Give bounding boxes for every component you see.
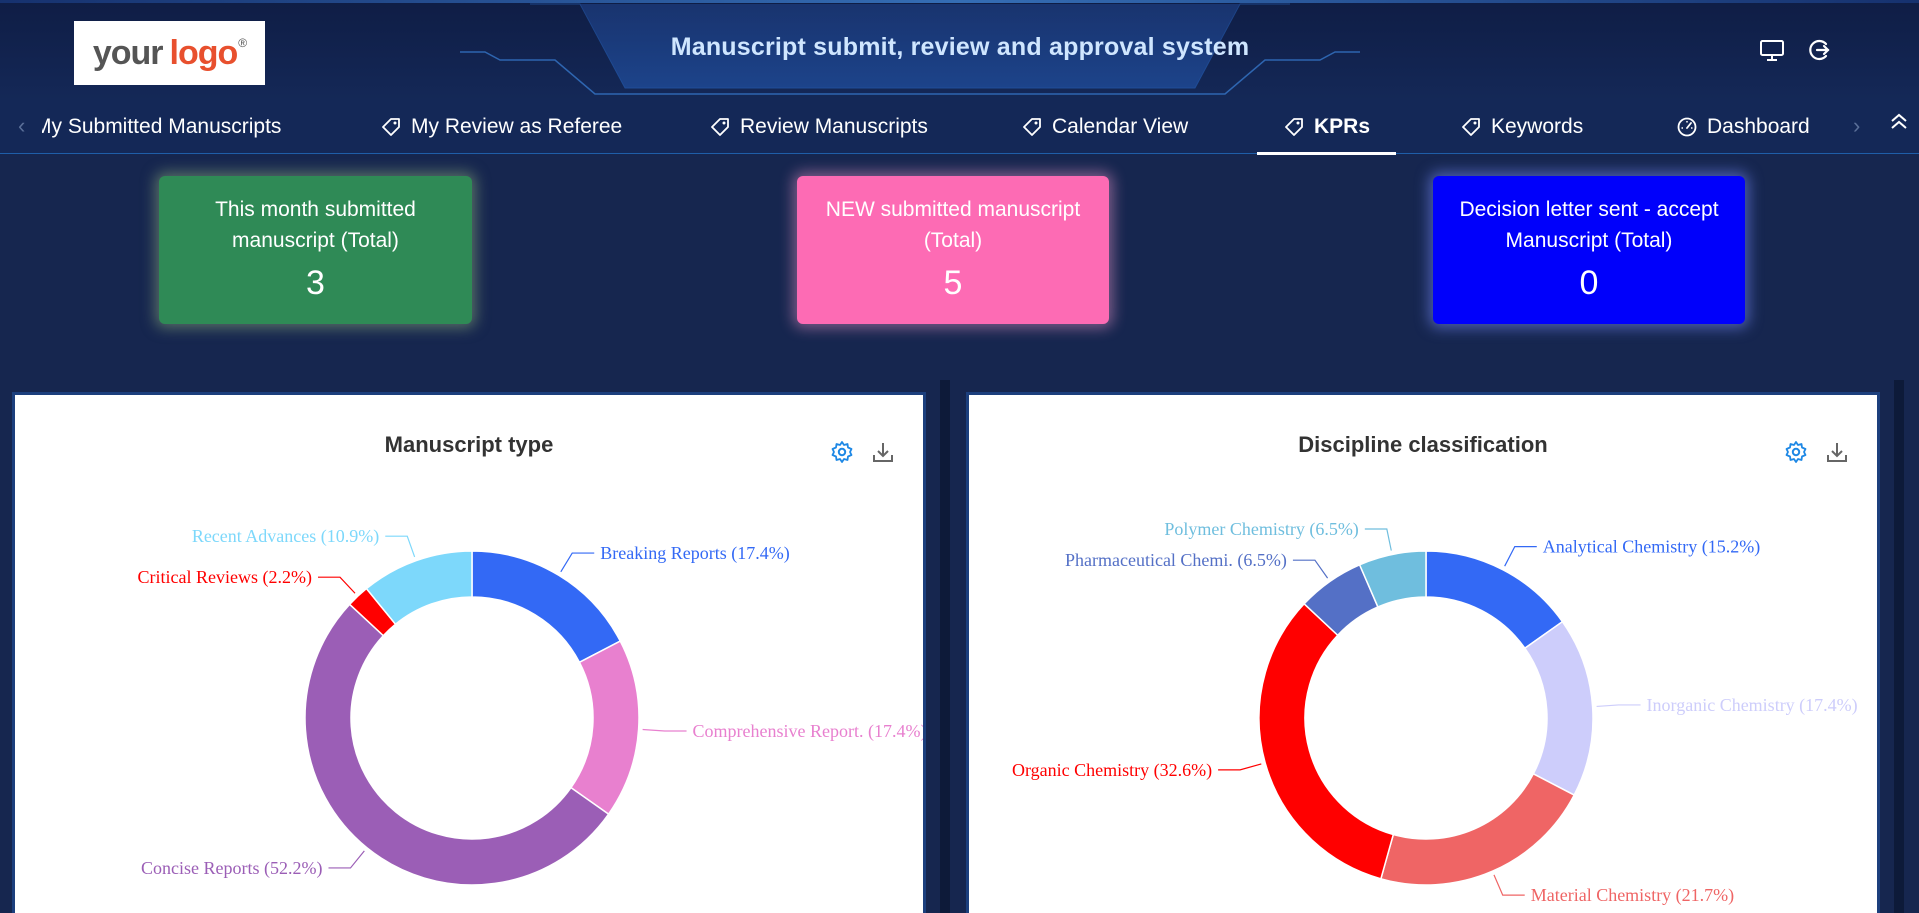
tab-label: Keywords bbox=[1491, 115, 1584, 138]
monitor-icon[interactable] bbox=[1759, 37, 1785, 63]
logo-text-logo: logo bbox=[169, 33, 239, 72]
tab-my-submitted-manuscripts[interactable]: My Submitted Manuscripts bbox=[42, 100, 302, 154]
tab-dashboard[interactable]: Dashboard bbox=[1676, 100, 1810, 154]
kpi-label: This month submitted manuscript (Total) bbox=[215, 198, 416, 252]
label-line-recent-advances bbox=[385, 535, 416, 558]
chart-panel-manuscript-type: Manuscript type Breaking Reports (17.4%)… bbox=[12, 392, 926, 913]
nav-scroll-left-icon[interactable]: ‹ bbox=[18, 113, 25, 139]
company-logo[interactable]: your logo ® bbox=[74, 21, 265, 85]
tag-icon bbox=[1023, 118, 1041, 136]
tab-label: My Submitted Manuscripts bbox=[42, 115, 282, 138]
label-line-polymer-chemistry bbox=[1364, 528, 1392, 551]
slice-label-concise-reports: Concise Reports (52.2%) bbox=[141, 858, 322, 879]
kpi-value: 0 bbox=[1579, 264, 1599, 302]
slice-label-critical-reviews: Critical Reviews (2.2%) bbox=[138, 567, 312, 588]
tab-label: Calendar View bbox=[1052, 115, 1189, 138]
kpi-value: 5 bbox=[943, 264, 963, 302]
tag-icon bbox=[711, 118, 729, 136]
slice-analytical-chemistry[interactable] bbox=[1425, 550, 1564, 650]
slice-label-recent-advances: Recent Advances (10.9%) bbox=[192, 526, 379, 547]
slice-label-material-chemistry: Material Chemistry (21.7%) bbox=[1531, 885, 1734, 906]
logo-text-your: your bbox=[92, 33, 164, 72]
slice-label-polymer-chemistry: Polymer Chemistry (6.5%) bbox=[1164, 519, 1358, 540]
kpi-value: 3 bbox=[306, 264, 325, 302]
slice-inorganic-chemistry[interactable] bbox=[1523, 620, 1594, 797]
slice-label-pharmaceutical-chemi: Pharmaceutical Chemi. (6.5%) bbox=[1065, 550, 1287, 571]
slice-label-breaking-reports: Breaking Reports (17.4%) bbox=[600, 543, 789, 564]
kpi-label: Decision letter sent - accept Manuscript… bbox=[1459, 198, 1719, 252]
label-line-comprehensive-report bbox=[642, 728, 687, 732]
label-line-pharmaceutical-chemi bbox=[1292, 559, 1329, 579]
kpi-label: NEW submitted manuscript (Total) bbox=[825, 198, 1081, 252]
slice-label-organic-chemistry: Organic Chemistry (32.6%) bbox=[1012, 760, 1212, 781]
dashboard-icon bbox=[1677, 117, 1697, 137]
slice-label-analytical-chemistry: Analytical Chemistry (15.2%) bbox=[1543, 537, 1760, 558]
tab-kprs[interactable]: KPRs bbox=[1256, 100, 1397, 155]
logout-icon[interactable] bbox=[1806, 37, 1832, 63]
main-nav: ‹ My Submitted Manuscripts My Review as … bbox=[0, 100, 1919, 155]
label-line-analytical-chemistry bbox=[1504, 546, 1537, 567]
panel-scrollbar[interactable] bbox=[1894, 380, 1904, 913]
slice-concise-reports[interactable] bbox=[304, 603, 610, 886]
donut-chart-discipline: Analytical Chemistry (15.2%) Inorganic Ch… bbox=[1012, 519, 1858, 906]
app-title: Manuscript submit, review and approval s… bbox=[670, 33, 1250, 61]
kpi-card-new-submitted: NEW submitted manuscript (Total) 5 bbox=[797, 176, 1109, 324]
label-line-critical-reviews bbox=[317, 576, 356, 594]
tab-label: Review Manuscripts bbox=[740, 115, 928, 138]
tag-icon bbox=[382, 118, 400, 136]
panel-scrollbar[interactable] bbox=[940, 380, 950, 913]
donut-chart-manuscript-type: Breaking Reports (17.4%) Comprehensive Re… bbox=[138, 526, 926, 886]
label-line-inorganic-chemistry bbox=[1596, 704, 1641, 708]
slice-label-comprehensive-report: Comprehensive Report. (17.4%) bbox=[693, 721, 926, 742]
app-header: your logo ® Manuscript submit, review an… bbox=[0, 0, 1919, 100]
slice-label-inorganic-chemistry: Inorganic Chemistry (17.4%) bbox=[1647, 695, 1858, 716]
kpi-card-decision-accept: Decision letter sent - accept Manuscript… bbox=[1433, 176, 1745, 324]
label-line-material-chemistry bbox=[1493, 874, 1525, 896]
chart-panel-discipline: Discipline classification Analytical Che… bbox=[966, 392, 1880, 913]
tab-label: KPRs bbox=[1314, 115, 1371, 138]
tab-label: Dashboard bbox=[1707, 115, 1810, 138]
tab-label: My Review as Referee bbox=[411, 115, 623, 138]
slice-comprehensive-report[interactable] bbox=[569, 640, 640, 816]
label-line-breaking-reports bbox=[560, 552, 595, 573]
tag-icon bbox=[1462, 118, 1480, 136]
tag-icon bbox=[1285, 118, 1303, 136]
slice-breaking-reports[interactable] bbox=[471, 550, 622, 664]
slice-organic-chemistry[interactable] bbox=[1258, 602, 1395, 880]
tab-keywords[interactable]: Keywords bbox=[1460, 100, 1583, 154]
slice-material-chemistry[interactable] bbox=[1379, 772, 1576, 886]
registered-mark: ® bbox=[238, 36, 247, 50]
tab-my-review-as-referee[interactable]: My Review as Referee bbox=[380, 100, 622, 154]
nav-scroll-right-icon[interactable]: › bbox=[1853, 113, 1860, 139]
kpi-card-month-submitted: This month submitted manuscript (Total) … bbox=[159, 176, 472, 324]
tab-calendar-view[interactable]: Calendar View bbox=[1021, 100, 1188, 154]
collapse-up-icon[interactable] bbox=[1890, 112, 1908, 132]
tab-review-manuscripts[interactable]: Review Manuscripts bbox=[709, 100, 928, 154]
label-line-organic-chemistry bbox=[1218, 763, 1262, 771]
label-line-concise-reports bbox=[328, 850, 365, 869]
